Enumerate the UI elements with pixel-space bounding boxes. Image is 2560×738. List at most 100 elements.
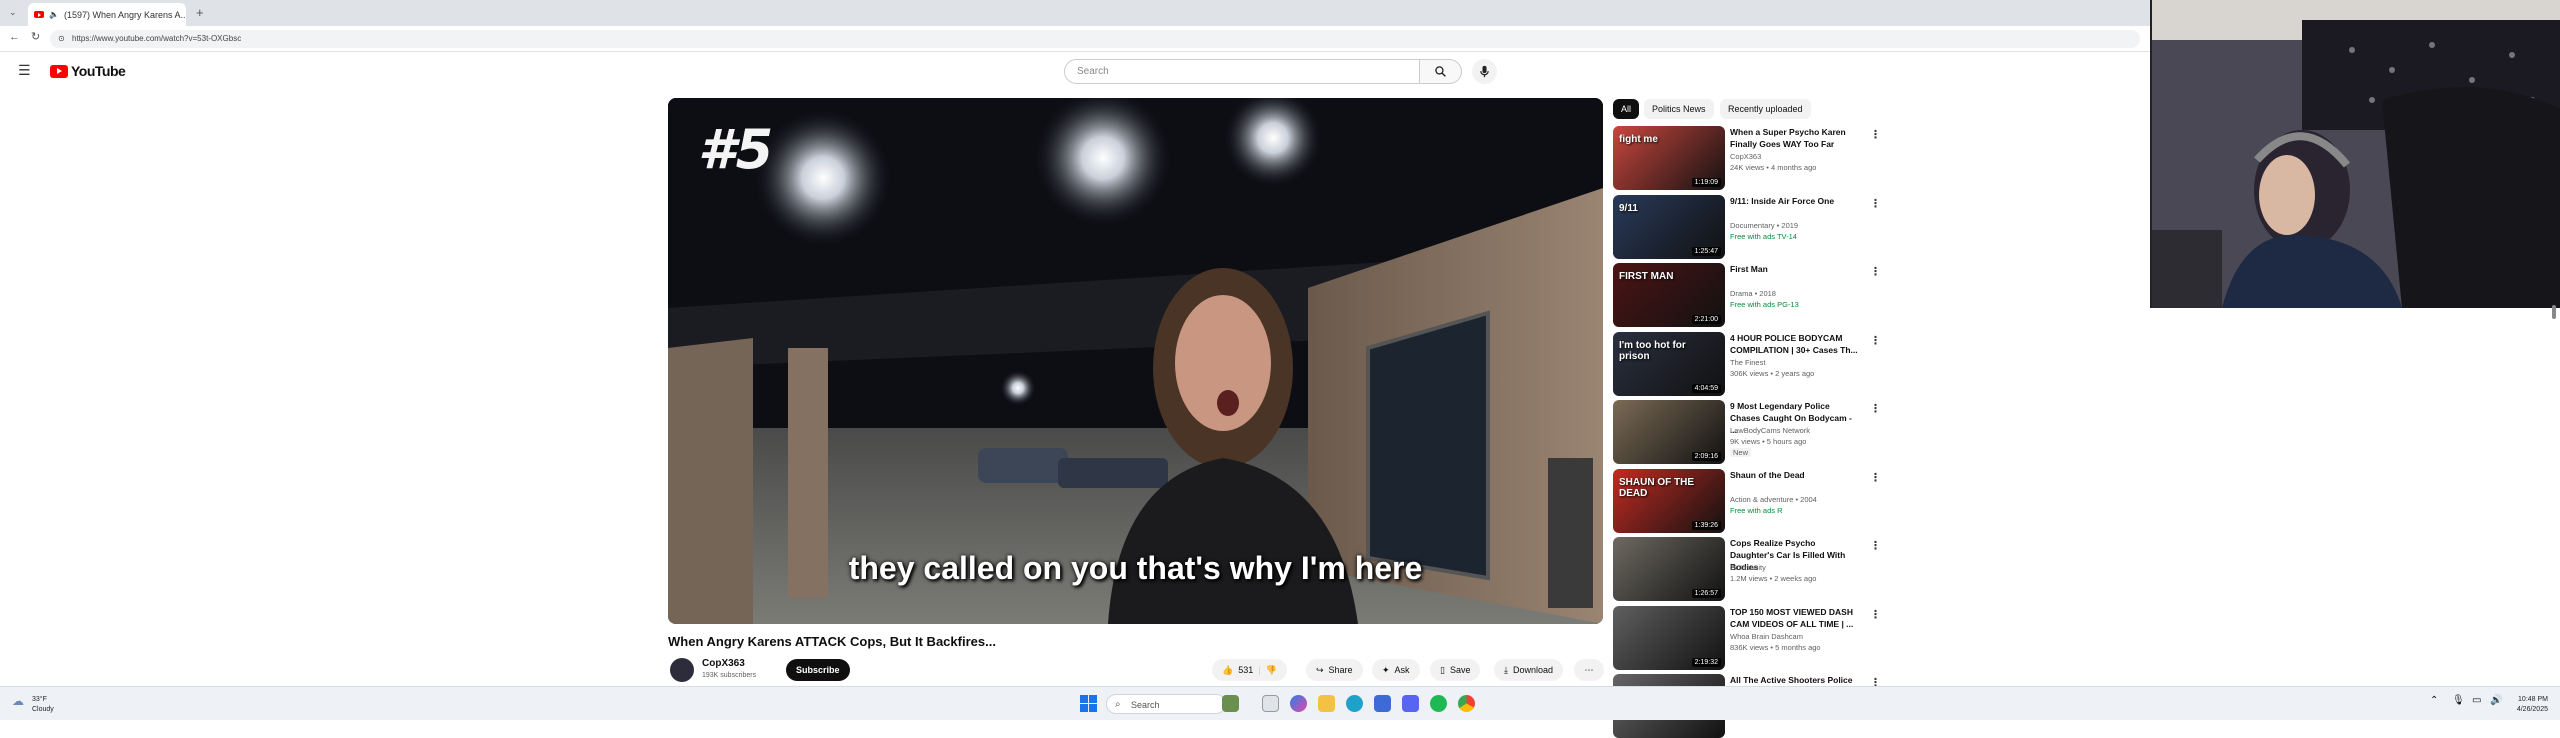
search-icon: ⌕ [1115, 699, 1121, 710]
recommendation-item[interactable]: FIRST MAN 2:21:00 First Man Drama • 2018 Fre… [1613, 263, 1881, 327]
recommendation-item[interactable]: fight me 1:19:09 When a Super Psycho Karen… [1613, 126, 1881, 190]
video-thumbnail[interactable]: 1:26:57 [1613, 537, 1725, 601]
search-icon [1435, 66, 1446, 77]
network-icon[interactable]: ▭ [2472, 695, 2481, 706]
spotify-icon[interactable] [1430, 695, 1447, 712]
ranking-overlay: #5 [698, 118, 774, 181]
recommendation-channel[interactable]: CopX363 [1730, 152, 1761, 161]
more-vertical-icon[interactable]: ⋮ [1870, 128, 1881, 141]
copilot-icon[interactable] [1290, 695, 1307, 712]
recommendation-item[interactable]: 9/11 1:25:47 9/11: Inside Air Force One Doc… [1613, 194, 1881, 259]
more-vertical-icon[interactable]: ⋮ [1870, 608, 1881, 621]
recommendation-item[interactable]: 2:09:16 9 Most Legendary Police Chases Ca… [1613, 400, 1881, 464]
video-thumbnail[interactable]: FIRST MAN 2:21:00 [1613, 263, 1725, 327]
recommendation-stats: 1.2M views • 2 weeks ago [1730, 574, 1817, 583]
like-button[interactable]: 👍 531 | 👎 [1212, 659, 1287, 681]
recommendation-title[interactable]: First Man [1730, 263, 1858, 275]
url-field[interactable]: ⊙ https://www.youtube.com/watch?v=53t-OX… [50, 30, 2140, 48]
video-thumbnail[interactable]: 2:19:32 [1613, 605, 1725, 670]
more-vertical-icon[interactable]: ⋮ [1870, 197, 1881, 210]
site-info-icon[interactable]: ⊙ [58, 30, 65, 48]
video-thumbnail[interactable]: SHAUN OF THE DEAD 1:39:26 [1613, 468, 1725, 533]
recommendation-item[interactable]: I'm too hot for prison 4:04:59 4 HOUR POLI… [1613, 331, 1881, 396]
channel-avatar[interactable] [670, 658, 694, 682]
video-duration: 4:04:59 [1691, 383, 1721, 393]
recommendation-channel[interactable]: The Finest [1730, 358, 1765, 367]
more-vertical-icon[interactable]: ⋮ [1870, 471, 1881, 484]
recommendation-channel[interactable]: Documentary • 2019 [1730, 221, 1798, 230]
chip-all[interactable]: All [1613, 99, 1640, 119]
recommendation-channel[interactable]: Whoa Brain Dashcam [1730, 632, 1803, 641]
chip-politics-news[interactable]: Politics News [1644, 99, 1714, 119]
ask-label: Ask [1394, 665, 1410, 675]
save-label: Save [1449, 665, 1471, 675]
speaker-icon[interactable]: 🔈 [49, 10, 59, 19]
video-player[interactable]: #5 they called on you that's why I'm her… [668, 98, 1603, 624]
video-thumbnail[interactable]: 9/11 1:25:47 [1613, 194, 1725, 259]
recommendation-item[interactable]: SHAUN OF THE DEAD 1:39:26 Shaun of the Dea… [1613, 468, 1881, 533]
search-button[interactable] [1420, 59, 1462, 84]
save-button[interactable]: ▯ Save [1430, 659, 1481, 681]
recommendation-channel[interactable]: Action & adventure • 2004 [1730, 495, 1817, 504]
more-vertical-icon[interactable]: ⋮ [1870, 265, 1881, 278]
scrollbar[interactable] [2552, 305, 2556, 319]
video-frame-scene [668, 98, 1603, 624]
video-thumbnail[interactable]: 2:09:16 [1613, 400, 1725, 464]
chevron-down-icon[interactable]: ⌄ [9, 7, 17, 18]
thumbs-down-icon[interactable]: 👎 [1266, 665, 1277, 676]
weather-desc: Cloudy [32, 706, 54, 713]
video-thumbnail[interactable]: fight me 1:19:09 [1613, 126, 1725, 190]
more-vertical-icon[interactable]: ⋮ [1870, 402, 1881, 415]
video-thumbnail[interactable]: I'm too hot for prison 4:04:59 [1613, 331, 1725, 396]
volume-icon[interactable]: 🔊 [2490, 695, 2502, 706]
back-icon[interactable]: ← [9, 31, 20, 43]
chevron-up-icon[interactable]: ⌃ [2430, 695, 2438, 706]
chrome-icon[interactable] [1458, 695, 1475, 712]
browser-tab[interactable]: 🔈 (1597) When Angry Karens A... ✕ [28, 3, 186, 26]
taskbar-search[interactable]: ⌕ Search [1106, 694, 1226, 714]
taskbar-clock[interactable]: 10:48 PM 4/26/2025 [2517, 695, 2548, 715]
video-title: When Angry Karens ATTACK Cops, But It Ba… [668, 634, 996, 649]
menu-icon[interactable]: ☰ [18, 62, 31, 79]
widget-icon[interactable] [1222, 695, 1239, 712]
recommendation-title[interactable]: TOP 150 MOST VIEWED DASH CAM VIDEOS OF A… [1730, 606, 1858, 630]
ask-button[interactable]: ✦ Ask [1372, 659, 1420, 681]
new-tab-icon[interactable]: + [196, 5, 204, 20]
recommendation-channel[interactable]: Dr Insanity [1730, 563, 1766, 572]
recommendation-title[interactable]: 4 HOUR POLICE BODYCAM COMPILATION | 30+ … [1730, 332, 1858, 356]
recommendation-title[interactable]: When a Super Psycho Karen Finally Goes W… [1730, 126, 1858, 150]
recommendation-title[interactable]: Shaun of the Dead [1730, 469, 1858, 481]
windows-start-icon[interactable] [1080, 695, 1097, 712]
channel-name[interactable]: CopX363 [702, 658, 745, 669]
refresh-icon[interactable]: ↻ [31, 30, 40, 43]
download-button[interactable]: ⤓ Download [1494, 659, 1564, 681]
store-icon[interactable] [1374, 695, 1391, 712]
chip-recently-uploaded[interactable]: Recently uploaded [1720, 99, 1811, 119]
subscribe-button[interactable]: Subscribe [786, 659, 850, 681]
video-duration: 1:19:09 [1691, 178, 1721, 187]
youtube-logo[interactable]: YouTube [50, 63, 126, 79]
edge-icon[interactable] [1346, 695, 1363, 712]
youtube-play-icon [50, 64, 68, 78]
recommendation-item[interactable]: 2:19:32 TOP 150 MOST VIEWED DASH CAM VIDE… [1613, 605, 1881, 670]
more-vertical-icon[interactable]: ⋮ [1870, 334, 1881, 347]
more-actions-button[interactable]: ⋯ [1574, 659, 1604, 681]
recommendation-channel[interactable]: Drama • 2018 [1730, 289, 1776, 298]
recommendation-item[interactable]: 1:26:57 Cops Realize Psycho Daughter's Ca… [1613, 537, 1881, 601]
taskbar: ☁ 33°F Cloudy ⌕ Search ⌃ 🎙 ▭ 🔊 10:48 PM … [0, 686, 2560, 720]
weather-widget[interactable]: ☁ 33°F Cloudy [12, 695, 54, 715]
discord-icon[interactable] [1402, 695, 1419, 712]
search-input[interactable]: Search [1064, 59, 1420, 84]
file-explorer-icon[interactable] [1318, 695, 1335, 712]
share-button[interactable]: ↪ Share [1306, 659, 1363, 681]
logo-text: YouTube [71, 63, 126, 79]
recommendation-title[interactable]: 9/11: Inside Air Force One [1730, 195, 1858, 207]
more-vertical-icon[interactable]: ⋮ [1870, 539, 1881, 552]
recommendation-channel[interactable]: LawBodyCams Network [1730, 426, 1810, 435]
task-view-icon[interactable] [1262, 695, 1279, 712]
video-duration: 2:09:16 [1691, 452, 1721, 461]
voice-search-button[interactable] [1472, 59, 1497, 84]
microphone-tray-icon[interactable]: 🎙 [2452, 695, 2465, 706]
more-horizontal-icon: ⋯ [1584, 664, 1594, 675]
sparkle-icon: ✦ [1382, 664, 1390, 675]
